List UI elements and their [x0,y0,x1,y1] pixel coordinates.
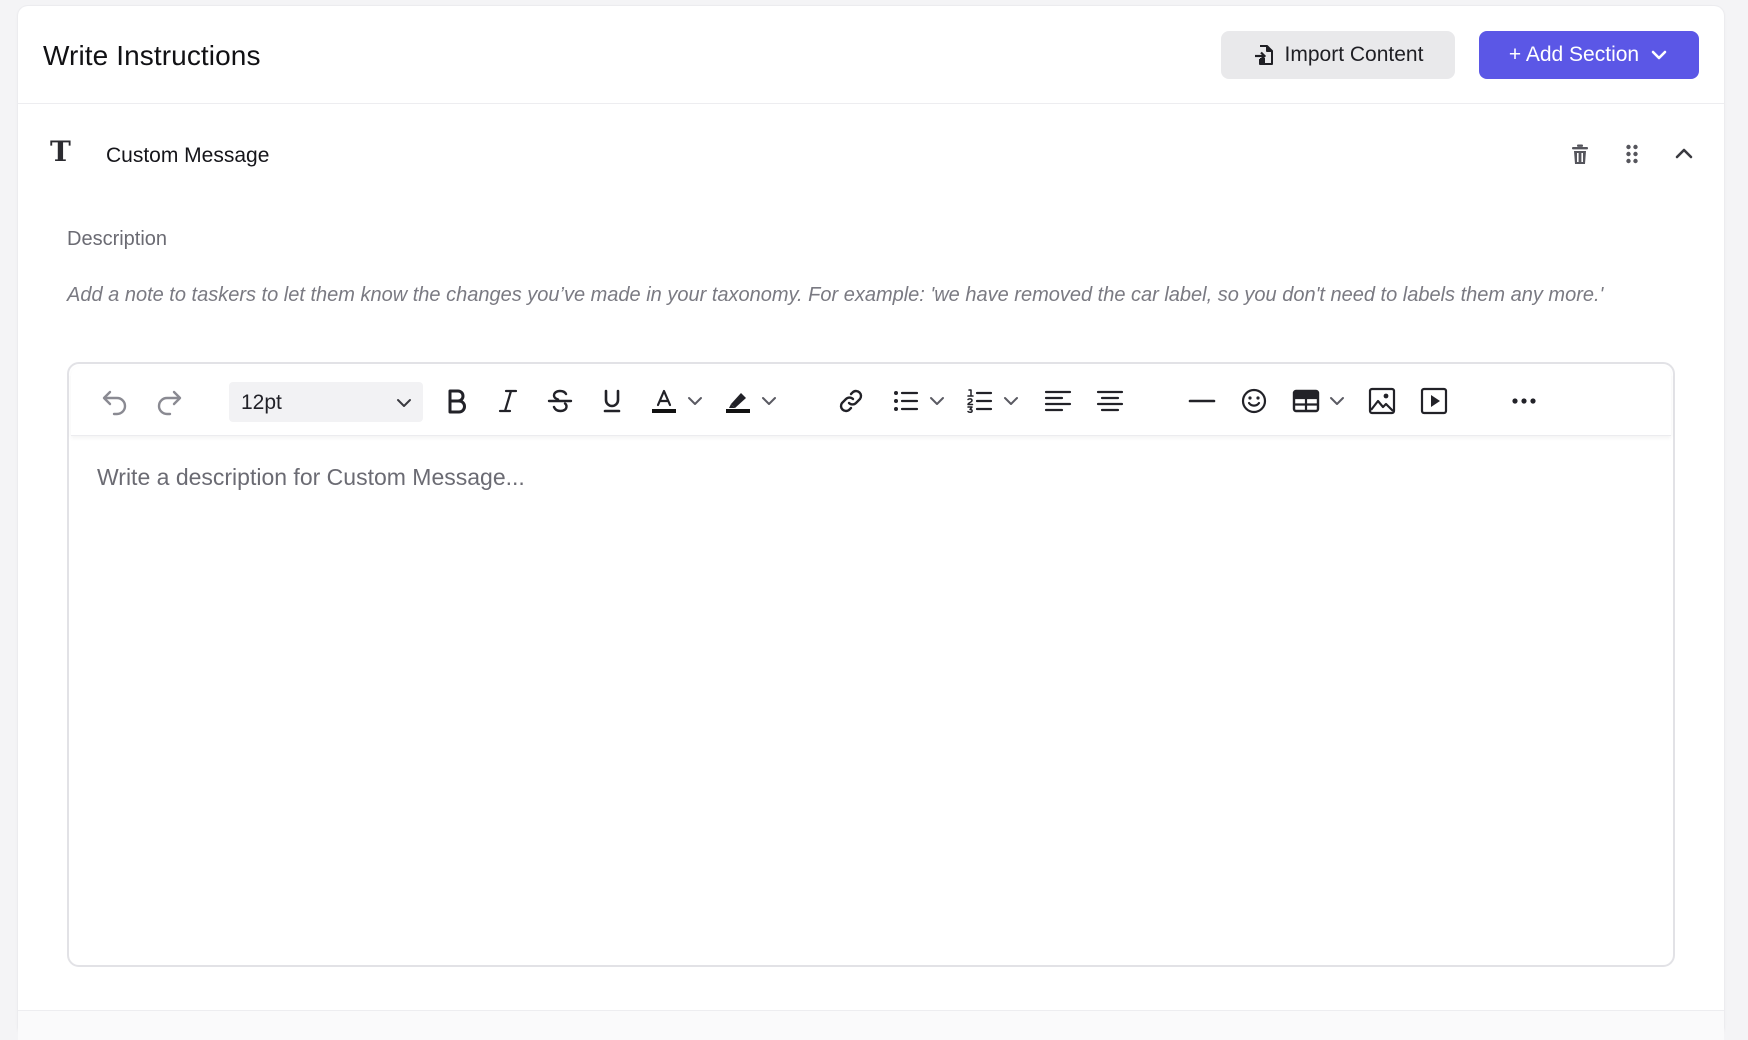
trash-icon[interactable] [1568,142,1592,166]
add-section-label: + Add Section [1508,43,1640,66]
add-section-button[interactable]: + Add Section [1479,31,1699,79]
text-color-icon [649,386,679,416]
chevron-down-icon [1002,392,1020,410]
video-icon [1419,386,1449,416]
card-header: Write Instructions Import Content + Add … [18,6,1724,104]
next-section-divider [18,1010,1724,1040]
editor-toolbar: 12pt [71,366,1671,436]
numbered-list-icon [965,386,995,416]
section-header-custom-message: T Custom Message [18,104,1724,214]
chevron-down-icon [686,392,704,410]
redo-button[interactable] [151,383,187,419]
strikethrough-icon [546,387,574,415]
underline-button[interactable] [595,383,629,419]
chevron-down-icon [1649,45,1669,65]
insert-media-button[interactable] [1417,383,1451,419]
strikethrough-button[interactable] [543,383,577,419]
more-options-button[interactable] [1507,383,1541,419]
page-title: Write Instructions [43,40,261,71]
drag-handle-icon[interactable] [1620,142,1644,166]
horizontal-rule-icon [1187,386,1217,416]
italic-button[interactable] [491,383,525,419]
section-title: Custom Message [106,144,270,167]
bullet-list-dropdown[interactable] [927,383,947,419]
more-horizontal-icon [1509,386,1539,416]
table-dropdown[interactable] [1327,383,1347,419]
italic-icon [494,387,522,415]
highlight-color-button[interactable] [721,383,755,419]
redo-icon [154,386,184,416]
undo-icon [100,386,130,416]
description-help-text: Add a note to taskers to let them know t… [67,284,1604,306]
bold-icon [442,387,470,415]
horizontal-line-button[interactable] [1185,383,1219,419]
file-import-icon [1253,44,1275,66]
bullet-list-button[interactable] [889,383,923,419]
link-button[interactable] [834,383,868,419]
align-center-button[interactable] [1093,383,1127,419]
numbered-list-dropdown[interactable] [1001,383,1021,419]
insert-image-button[interactable] [1365,383,1399,419]
image-icon [1367,386,1397,416]
editor-content-area[interactable]: Write a description for Custom Message..… [71,438,1671,963]
font-size-value: 12pt [241,391,282,414]
link-icon [836,386,866,416]
bullet-list-icon [891,386,921,416]
text-type-icon: T [50,135,71,168]
bold-button[interactable] [439,383,473,419]
description-label: Description [67,228,168,250]
align-left-icon [1043,386,1073,416]
align-left-button[interactable] [1041,383,1075,419]
align-center-icon [1095,386,1125,416]
numbered-list-button[interactable] [963,383,997,419]
instructions-card: Write Instructions Import Content + Add … [18,6,1724,1040]
emoji-button[interactable] [1237,383,1271,419]
emoji-icon [1239,386,1269,416]
chevron-down-icon [760,392,778,410]
font-size-select[interactable]: 12pt [229,382,423,422]
chevron-up-icon[interactable] [1672,142,1696,166]
text-color-dropdown[interactable] [685,383,705,419]
editor-placeholder: Write a description for Custom Message..… [97,464,525,490]
highlighter-icon [723,386,753,416]
underline-icon [598,387,626,415]
table-icon [1291,386,1321,416]
import-content-button[interactable]: Import Content [1221,31,1455,79]
import-content-label: Import Content [1284,43,1424,66]
highlight-color-dropdown[interactable] [759,383,779,419]
chevron-down-icon [1328,392,1346,410]
text-color-button[interactable] [647,383,681,419]
chevron-down-icon [928,392,946,410]
rich-text-editor: 12pt Write a description for Custom Mess… [67,362,1675,967]
undo-button[interactable] [97,383,133,419]
table-button[interactable] [1289,383,1323,419]
